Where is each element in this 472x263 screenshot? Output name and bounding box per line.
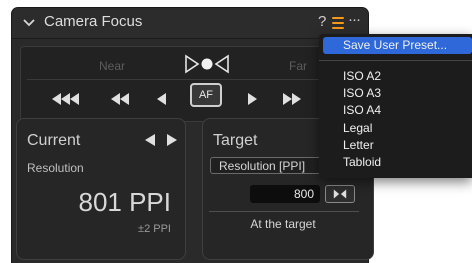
options-dropdown-menu: Save User Preset... ISO A2 ISO A3 ISO A4… [319, 34, 472, 178]
target-title: Target [213, 132, 258, 149]
set-target-icon[interactable] [325, 185, 355, 203]
more-options-icon[interactable]: ··· [348, 11, 361, 28]
menu-item-save-user-preset[interactable]: Save User Preset... [343, 38, 447, 52]
focus-near-medium-step-icon[interactable] [111, 91, 129, 107]
current-title: Current [27, 132, 81, 149]
menu-item-iso-a3[interactable]: ISO A3 [343, 86, 381, 100]
target-metric-select[interactable]: Resolution [PPI] [210, 157, 322, 174]
hamburger-menu-icon[interactable] [332, 17, 344, 29]
far-label: Far [289, 59, 307, 73]
divider [209, 211, 359, 212]
target-status: At the target [250, 217, 316, 231]
menu-item-iso-a4[interactable]: ISO A4 [343, 103, 381, 117]
focus-control: Near Far AF [20, 46, 368, 122]
menu-item-letter[interactable]: Letter [343, 138, 374, 152]
chevron-down-icon[interactable] [22, 17, 36, 29]
menu-separator [319, 60, 472, 61]
panel-title: Camera Focus [44, 13, 143, 30]
autofocus-button[interactable]: AF [190, 83, 222, 107]
focus-near-small-step-icon[interactable] [157, 91, 167, 107]
current-metric-label: Resolution [27, 161, 84, 175]
menu-item-tabloid[interactable]: Tabloid [343, 155, 381, 169]
panel-header: Camera Focus ? ··· [12, 8, 368, 39]
previous-next-arrows-icon[interactable] [145, 133, 177, 147]
current-value: 801 PPI [78, 187, 171, 217]
divider [27, 79, 367, 80]
target-value-input[interactable]: 800 [250, 185, 320, 203]
current-card: Current Resolution 801 PPI ±2 PPI [16, 118, 186, 260]
focus-near-large-step-icon[interactable] [52, 91, 80, 107]
focus-position-indicator-icon[interactable] [183, 53, 231, 75]
menu-item-legal[interactable]: Legal [343, 121, 372, 135]
current-tolerance: ±2 PPI [138, 223, 171, 235]
near-label: Near [99, 59, 126, 73]
help-icon[interactable]: ? [318, 13, 326, 30]
focus-far-medium-step-icon[interactable] [283, 91, 301, 107]
menu-item-iso-a2[interactable]: ISO A2 [343, 69, 381, 83]
focus-far-small-step-icon[interactable] [247, 91, 257, 107]
